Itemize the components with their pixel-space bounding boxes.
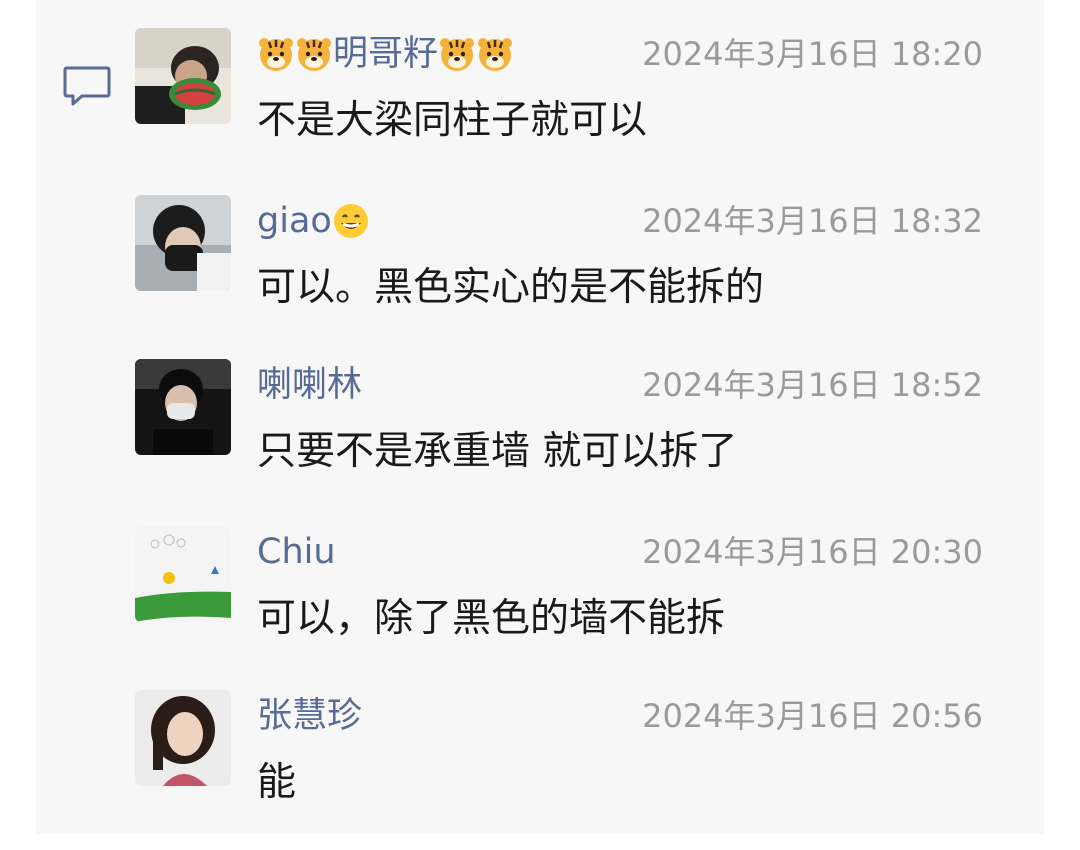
comment-text[interactable]: 可以。黑色实心的是不能拆的 [257,263,764,313]
comment-text[interactable]: 只要不是承重墙 就可以拆了 [257,427,737,477]
avatar[interactable] [135,526,231,622]
author-name-text: 明哥籽 [333,34,439,74]
avatar[interactable] [135,195,231,291]
avatar[interactable] [135,359,231,455]
comment-timestamp: 2024年3月16日 20:30 [642,533,983,571]
comment-item: giao 2024年3月16日 18:32 可以。黑色实心的是不能拆的 [0,195,1080,355]
comment-author-name[interactable]: giao [257,199,370,243]
avatar[interactable] [135,28,231,124]
tiger-face-icon [295,35,333,73]
tiger-face-icon [476,35,514,73]
comment-text[interactable]: 可以，除了黑色的墙不能拆 [257,594,725,644]
comment-timestamp: 2024年3月16日 18:20 [642,35,983,73]
comment-item: 明哥籽 2024年3月16日 18:20 不是大梁同柱子就可以 [0,28,1080,188]
comment-author-name[interactable]: 张慧珍 [257,694,362,738]
comment-item: 张慧珍 2024年3月16日 20:56 能 [0,690,1080,850]
comment-text[interactable]: 不是大梁同柱子就可以 [257,96,647,146]
avatar[interactable] [135,690,231,786]
author-name-text: giao [257,201,332,241]
comment-item: Chiu 2024年3月16日 20:30 可以，除了黑色的墙不能拆 [0,526,1080,686]
comment-author-name[interactable]: Chiu [257,530,336,574]
comment-author-name[interactable]: 明哥籽 [257,32,514,76]
comment-timestamp: 2024年3月16日 18:52 [642,366,983,404]
comment-item: 喇喇林 2024年3月16日 18:52 只要不是承重墙 就可以拆了 [0,359,1080,519]
comment-timestamp: 2024年3月16日 20:56 [642,697,983,735]
comment-timestamp: 2024年3月16日 18:32 [642,202,983,240]
tiger-face-icon [438,35,476,73]
comment-text[interactable]: 能 [257,758,296,808]
grinning-face-icon [332,202,370,240]
tiger-face-icon [257,35,295,73]
comment-author-name[interactable]: 喇喇林 [257,363,362,407]
